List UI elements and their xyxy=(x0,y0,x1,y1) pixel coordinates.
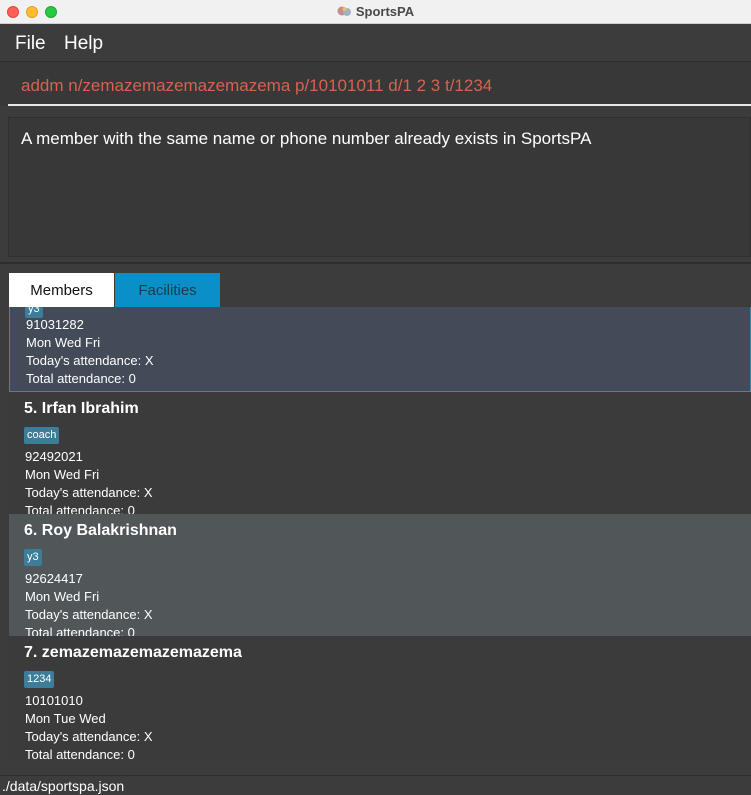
member-phone: 92492021 xyxy=(25,449,83,464)
member-card[interactable]: 7. zemazemazemazemazema 1234 10101010 Mo… xyxy=(9,636,751,759)
section-divider xyxy=(0,262,751,264)
member-card[interactable]: 5. Irfan Ibrahim coach 92492021 Mon Wed … xyxy=(9,392,751,518)
menu-bar: File Help xyxy=(0,24,751,62)
member-tag: coach xyxy=(24,427,60,444)
title-bar: SportsPA xyxy=(0,0,751,24)
tab-members[interactable]: Members xyxy=(9,273,114,307)
data-file-path: ./data/sportspa.json xyxy=(2,778,125,794)
member-name: 6. Roy Balakrishnan xyxy=(24,522,177,539)
member-days: Mon Wed Fri xyxy=(25,467,100,482)
member-days: Mon Tue Wed xyxy=(25,711,106,726)
member-phone: 92624417 xyxy=(25,571,83,586)
member-today-attendance: Today's attendance: X xyxy=(26,353,154,368)
window-title: SportsPA xyxy=(0,4,751,19)
status-bar: ./data/sportspa.json xyxy=(0,775,751,795)
result-display: A member with the same name or phone num… xyxy=(8,117,751,257)
member-today-attendance: Today's attendance: X xyxy=(25,607,153,622)
member-total-attendance: Total attendance: 0 xyxy=(25,747,135,759)
tab-facilities[interactable]: Facilities xyxy=(115,273,220,307)
command-underline xyxy=(8,104,751,106)
member-name: 5. Irfan Ibrahim xyxy=(24,400,139,417)
member-tag: y3 xyxy=(24,549,42,566)
command-input[interactable]: addm n/zemazemazemazemazema p/10101011 d… xyxy=(21,76,492,96)
member-card-selected[interactable]: y3 91031282 Mon Wed Fri Today's attendan… xyxy=(9,307,751,392)
member-today-attendance: Today's attendance: X xyxy=(25,729,153,744)
member-total-attendance: Total attendance: 0 xyxy=(26,371,136,386)
member-card[interactable]: 6. Roy Balakrishnan y3 92624417 Mon Wed … xyxy=(9,514,751,640)
member-phone: 10101010 xyxy=(25,693,83,708)
window-title-text: SportsPA xyxy=(355,4,415,19)
member-name: 7. zemazemazemazemazema xyxy=(24,644,242,661)
result-message: A member with the same name or phone num… xyxy=(21,129,592,148)
member-days: Mon Wed Fri xyxy=(25,589,100,604)
command-box[interactable]: addm n/zemazemazemazemazema p/10101011 d… xyxy=(0,62,751,106)
menu-help[interactable]: Help xyxy=(64,33,103,55)
member-tag: 1234 xyxy=(24,671,55,688)
member-phone: 91031282 xyxy=(26,317,84,332)
menu-file[interactable]: File xyxy=(15,33,46,55)
member-days: Mon Wed Fri xyxy=(26,335,101,350)
member-today-attendance: Today's attendance: X xyxy=(25,485,153,500)
member-list[interactable]: y3 91031282 Mon Wed Fri Today's attendan… xyxy=(9,307,751,759)
app-logo-icon xyxy=(337,6,351,16)
